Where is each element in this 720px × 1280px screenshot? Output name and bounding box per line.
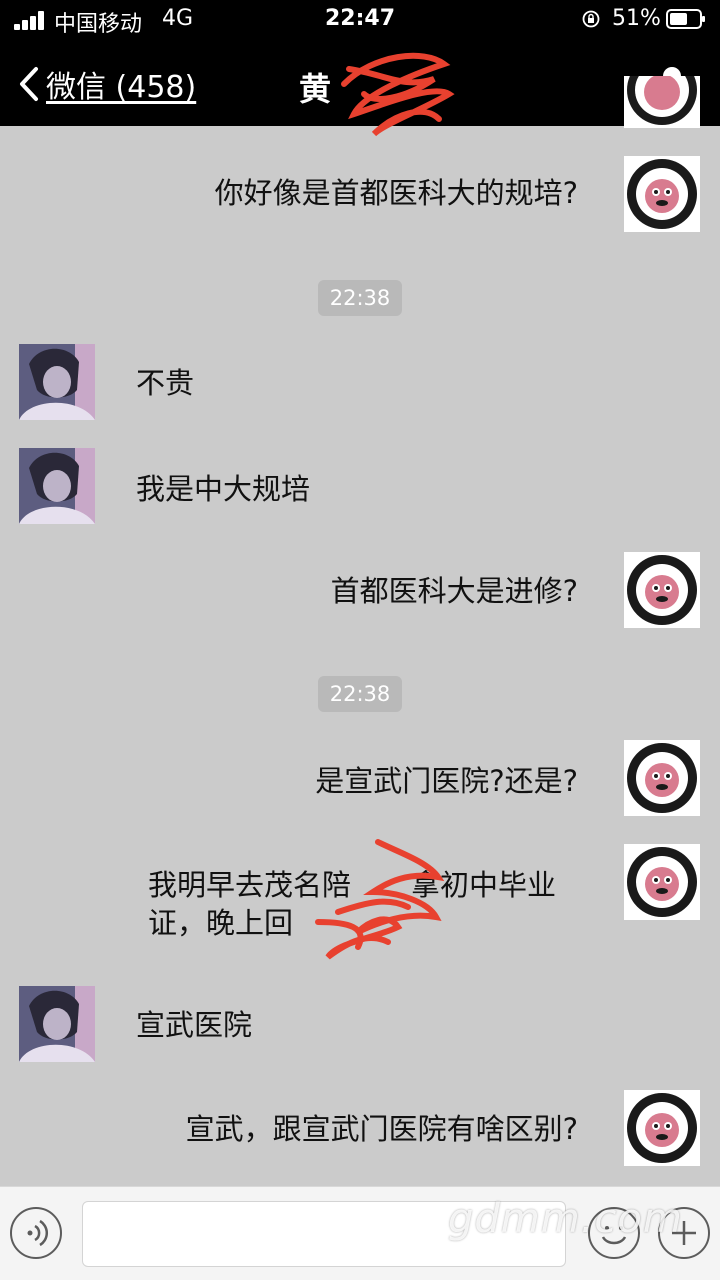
avatar-contact[interactable] [19, 448, 95, 524]
timestamp: 22:38 [318, 280, 402, 316]
message-row: 宣武，跟宣武门医院有啥区别? [0, 1090, 720, 1170]
voice-input-button[interactable] [10, 1207, 62, 1259]
rotation-lock-icon [582, 10, 600, 28]
message-row: 是宣武门医院?还是? [0, 740, 720, 820]
voice-of-china-logo-icon [624, 552, 700, 628]
message-text[interactable]: 首都医科大是进修? [331, 572, 578, 610]
avatar-self[interactable] [624, 156, 700, 232]
voice-of-china-logo-icon [624, 156, 700, 232]
message-row: 不贵 [0, 344, 720, 424]
message-text[interactable]: 宣武，跟宣武门医院有啥区别? [186, 1110, 578, 1148]
message-text[interactable]: 我明早去茂名陪 拿初中毕业 证，晚上回 [148, 866, 588, 942]
nav-bar: 微信 (458) 黄 [0, 40, 720, 137]
avatar-contact[interactable] [19, 344, 95, 420]
message-text[interactable]: 不贵 [136, 364, 194, 402]
chat-title-text: 黄 [298, 70, 331, 108]
battery-percentage: 51% [612, 6, 661, 31]
contact-avatar-image [19, 986, 95, 1062]
voice-of-china-logo-icon [624, 740, 700, 816]
watermark: gdmm.com [448, 1196, 683, 1242]
avatar-self[interactable] [624, 844, 700, 920]
voice-of-china-logo-icon [624, 1090, 700, 1166]
message-row: 宣武医院 [0, 986, 720, 1066]
message-text[interactable]: 是宣武门医院?还是? [315, 762, 578, 800]
message-text-part: 拿初中毕业 [411, 868, 557, 902]
message-list[interactable]: 你好像是首都医科大的规培? 22:38 不贵 我是中大规培 首都医科大是进修? … [0, 76, 720, 1186]
status-bar: 中国移动 4G 22:47 51% [0, 0, 720, 40]
message-row: 我明早去茂名陪 拿初中毕业 证，晚上回 [0, 844, 720, 954]
avatar-self[interactable] [624, 1090, 700, 1166]
chat-screen: 中国移动 4G 22:47 51% 微信 (458) 黄 你好像是首都医科大的规… [0, 0, 720, 1280]
message-row: 我是中大规培 [0, 448, 720, 528]
timestamp: 22:38 [318, 676, 402, 712]
voice-of-china-logo-icon [624, 844, 700, 920]
message-text-part: 证，晚上回 [148, 906, 294, 940]
message-text[interactable]: 我是中大规培 [136, 470, 310, 508]
avatar-self[interactable] [624, 76, 700, 128]
battery-icon [666, 9, 705, 29]
avatar-contact[interactable] [19, 986, 95, 1062]
chat-title: 黄 [0, 64, 720, 110]
contact-avatar-image [19, 448, 95, 524]
voice-icon [27, 1219, 49, 1247]
contact-avatar-image [19, 344, 95, 420]
avatar-self[interactable] [624, 552, 700, 628]
message-text-part: 我明早去茂名陪 [148, 868, 352, 902]
message-row: 首都医科大是进修? [0, 552, 720, 632]
message-row: 你好像是首都医科大的规培? [0, 156, 720, 236]
avatar-self[interactable] [624, 740, 700, 816]
message-text[interactable]: 宣武医院 [136, 1006, 252, 1044]
message-text[interactable]: 你好像是首都医科大的规培? [215, 174, 578, 212]
